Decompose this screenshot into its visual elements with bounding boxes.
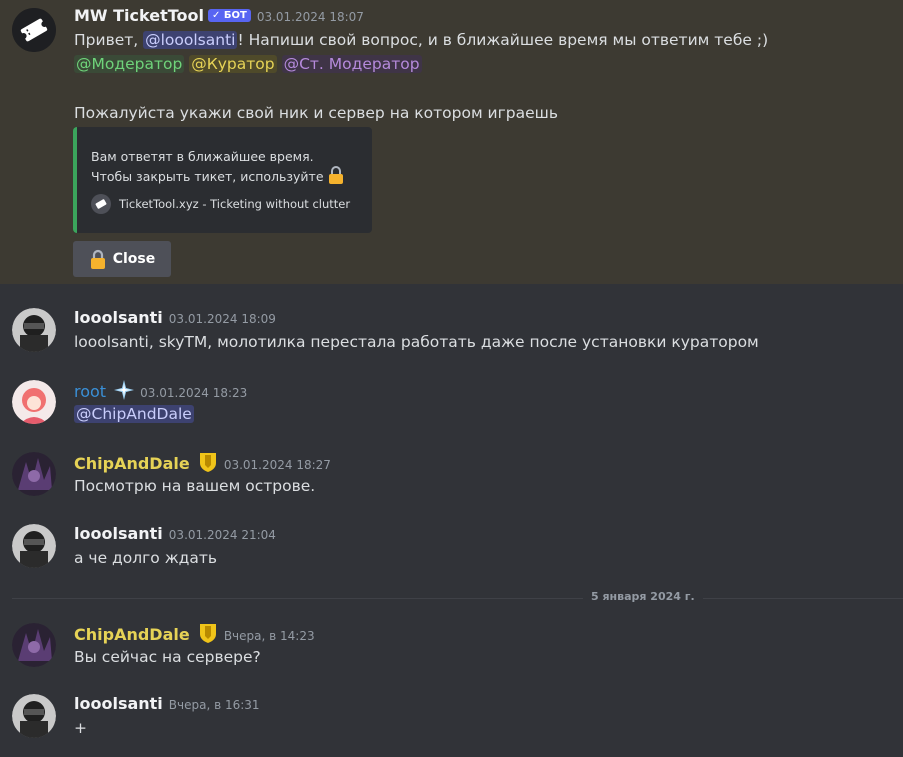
user-mention[interactable]: @looolsanti [143,31,238,49]
timestamp[interactable]: Вчера, в 14:23 [224,629,315,643]
bot-tag: ✓ БОТ [208,9,251,22]
user-mention[interactable]: @ChipAndDale [74,405,194,423]
close-button-label: Close [112,251,156,267]
tickettool-footer-icon [91,194,111,214]
embed-footer-text: TicketTool.xyz - Ticketing without clutt… [119,197,351,211]
message-text: @ChipAndDale [74,405,194,423]
author-name[interactable]: looolsanti [74,524,163,543]
close-ticket-button[interactable]: Close [73,241,171,277]
author-name[interactable]: root [74,382,106,401]
shield-badge-icon [199,453,216,472]
embed-line-2-text: Чтобы закрыть тикет, используйте [91,169,324,184]
author-name[interactable]: looolsanti [74,694,163,713]
instruction-text: Пожалуйста укажи свой ник и сервер на ко… [74,104,558,122]
role-mentions: @Модератор @Куратор @Ст. Модератор [74,55,422,73]
timestamp[interactable]: 03.01.2024 18:27 [224,458,331,472]
avatar[interactable] [12,308,56,352]
avatar[interactable] [12,694,56,738]
author-name[interactable]: looolsanti [74,308,163,327]
timestamp[interactable]: 03.01.2024 18:07 [257,10,364,24]
timestamp[interactable]: 03.01.2024 18:23 [140,386,247,400]
embed-footer: TicketTool.xyz - Ticketing without clutt… [91,194,350,214]
embed-line-2: Чтобы закрыть тикет, используйте [91,166,344,184]
embed-line-1: Вам ответят в ближайшее время. [91,149,314,164]
date-divider [12,598,903,599]
shield-badge-icon [199,624,216,643]
author-name[interactable]: ChipAndDale [74,454,190,473]
avatar[interactable] [12,380,56,424]
message-text: а че долго ждать [74,549,218,567]
message-text: Посмотрю на вашем острове. [74,477,316,495]
greeting-prefix: Привет, [74,31,144,49]
role-mention-curator[interactable]: @Куратор [189,55,277,73]
avatar[interactable] [12,452,56,496]
message-text: looolsanti, skyTM, молотилка перестала р… [74,333,759,351]
author-name[interactable]: MW TicketTool [74,6,204,25]
tickettool-avatar[interactable] [12,8,56,52]
sparkle-icon [114,380,135,400]
message-text: Привет, @looolsanti! Напиши свой вопрос,… [74,31,768,49]
role-mention-senior-moderator[interactable]: @Ст. Модератор [281,55,422,73]
lock-icon [328,166,343,184]
avatar[interactable] [12,623,56,667]
timestamp[interactable]: 03.01.2024 21:04 [169,528,276,542]
timestamp[interactable]: 03.01.2024 18:09 [169,312,276,326]
avatar[interactable] [12,524,56,568]
date-divider-label: 5 января 2024 г. [583,590,703,603]
ticket-icon [12,8,56,52]
timestamp[interactable]: Вчера, в 16:31 [169,698,260,712]
message-text: Вы сейчас на сервере? [74,648,261,666]
ticket-embed: Вам ответят в ближайшее время. Чтобы зак… [73,127,372,233]
lock-icon [90,249,105,269]
greeting-suffix: ! Напиши свой вопрос, и в ближайшее врем… [237,31,769,49]
author-name[interactable]: ChipAndDale [74,625,190,644]
message-text: + [74,719,87,737]
role-mention-moderator[interactable]: @Модератор [74,55,185,73]
